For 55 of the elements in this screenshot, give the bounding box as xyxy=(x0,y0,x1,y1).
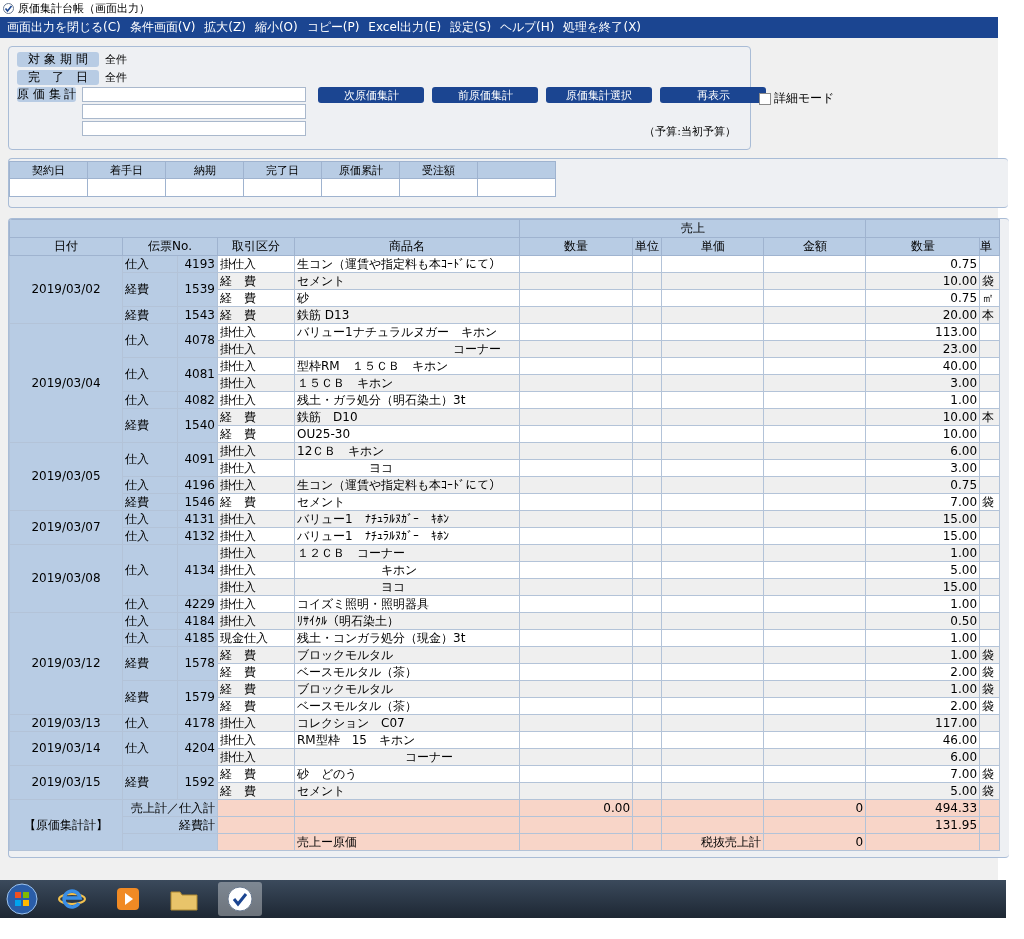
voucher-type-cell: 経費 xyxy=(122,646,178,681)
menu-item[interactable]: ヘルプ(H) xyxy=(497,19,561,36)
action-button[interactable]: 再表示 xyxy=(660,87,767,103)
voucher-type-cell: 仕入 xyxy=(122,357,178,392)
input-field[interactable] xyxy=(82,87,307,102)
menu-item[interactable]: 縮小(O) xyxy=(251,19,304,36)
voucher-type-cell: 仕入 xyxy=(122,442,178,477)
date-cell: 2019/03/04 xyxy=(9,323,123,443)
column-header: 着手日 xyxy=(87,161,166,179)
start-button-icon[interactable] xyxy=(6,883,38,915)
budget-note: （予算:当初予算） xyxy=(644,124,736,139)
menu-item[interactable]: Excel出力(E) xyxy=(365,19,448,36)
date-cell: 2019/03/05 xyxy=(9,442,123,511)
input-field[interactable] xyxy=(82,121,307,136)
voucher-type-cell: 仕入 xyxy=(122,731,178,766)
voucher-number-cell: 4134 xyxy=(177,544,218,596)
filter-label: 対 象 期 間 xyxy=(17,52,99,67)
date-cell: 2019/03/08 xyxy=(9,544,123,613)
date-cell: 2019/03/07 xyxy=(9,510,123,545)
filter-value: 全件 xyxy=(105,52,127,67)
voucher-type-cell: 経費 xyxy=(122,272,178,307)
media-player-icon[interactable] xyxy=(116,887,140,911)
action-button[interactable]: 前原価集計 xyxy=(432,87,539,103)
date-cell: 2019/03/12 xyxy=(9,612,123,715)
app-check-icon xyxy=(3,3,14,14)
column-header: 契約日 xyxy=(9,161,88,179)
input-field[interactable] xyxy=(82,104,307,119)
filter-label: 原 価 集 計 xyxy=(17,87,77,102)
voucher-type-cell: 仕入 xyxy=(122,323,178,358)
checkbox-label: 詳細モード xyxy=(774,90,834,107)
date-cell: 2019/03/15 xyxy=(9,765,123,800)
menu-item[interactable]: 拡大(Z) xyxy=(201,19,252,36)
menu-item[interactable]: コピー(P) xyxy=(303,19,366,36)
column-header: 原価累計 xyxy=(321,161,400,179)
column-header: 受注額 xyxy=(399,161,478,179)
totals-title: 【原価集計計】 xyxy=(9,799,123,851)
menu-item[interactable]: 設定(S) xyxy=(447,19,498,36)
voucher-type-cell: 仕入 xyxy=(122,544,178,596)
action-button[interactable]: 次原価集計 xyxy=(318,87,425,103)
menu-item[interactable]: 画面出力を閉じる(C) xyxy=(4,19,127,36)
filter-value: 全件 xyxy=(105,70,127,85)
window-title: 原価集計台帳（画面出力） xyxy=(18,1,150,16)
date-cell: 2019/03/02 xyxy=(9,255,123,324)
filter-label: 完 了 日 xyxy=(17,70,99,85)
voucher-type-cell: 経費 xyxy=(122,765,178,800)
column-header: 納期 xyxy=(165,161,244,179)
date-cell: 2019/03/14 xyxy=(9,731,123,766)
menu-item[interactable]: 処理を終了(X) xyxy=(560,19,648,36)
action-button[interactable]: 原価集計選択 xyxy=(546,87,653,103)
voucher-type-cell: 経費 xyxy=(122,680,178,715)
app-check-icon[interactable] xyxy=(227,886,253,912)
menu-item[interactable]: 条件画面(V) xyxy=(126,19,202,36)
voucher-type-cell: 経費 xyxy=(122,408,178,443)
column-group-header: 売上 xyxy=(519,219,866,238)
column-header: 完了日 xyxy=(243,161,322,179)
